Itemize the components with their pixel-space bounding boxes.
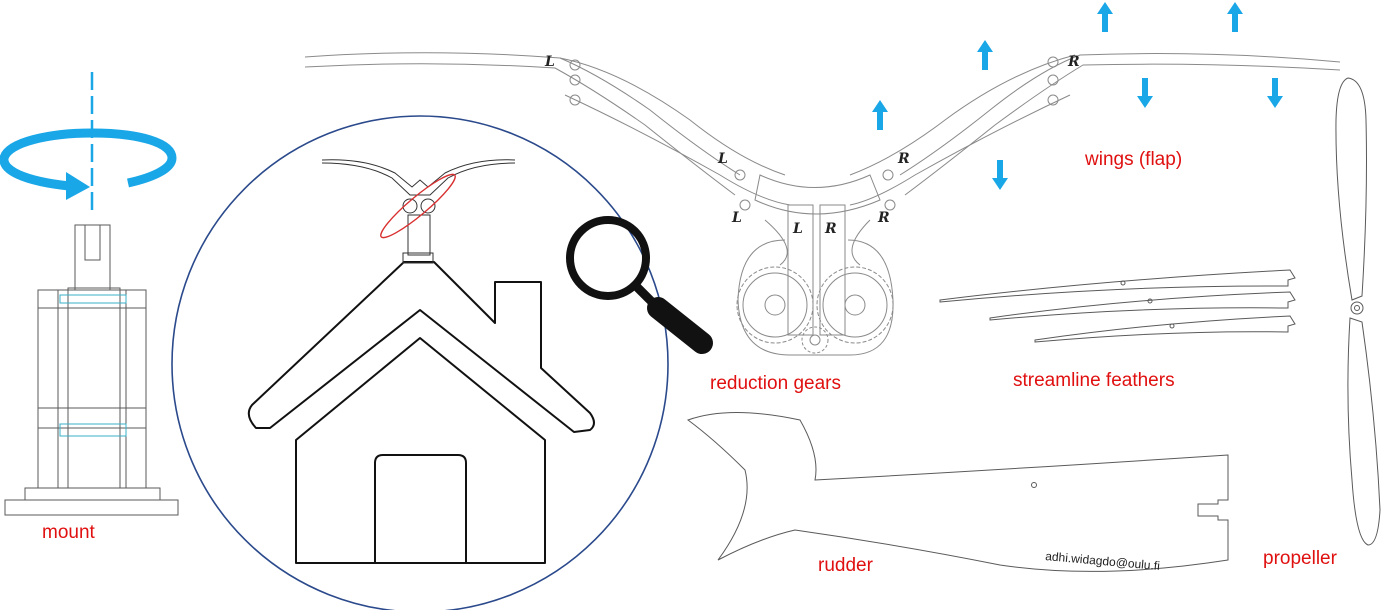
wing-mark-left: L bbox=[731, 210, 742, 226]
reduction-gears bbox=[736, 239, 894, 356]
label-mount: mount bbox=[42, 522, 96, 543]
label-reduction-gears: reduction gears bbox=[710, 373, 841, 394]
label-propeller: propeller bbox=[1263, 548, 1338, 569]
labels: wings (flap) reduction gears streamline … bbox=[42, 149, 1338, 576]
arrow-up-icon bbox=[1097, 2, 1113, 32]
wing-mark-left: L bbox=[544, 54, 555, 70]
streamline-feathers bbox=[939, 269, 1296, 343]
zoom-circle bbox=[171, 115, 669, 610]
mini-ornithopter bbox=[321, 159, 516, 264]
wing-mark-right: R bbox=[877, 210, 890, 226]
rudder bbox=[686, 412, 1229, 572]
arrow-down-icon bbox=[1137, 78, 1153, 108]
arrow-up-icon bbox=[977, 40, 993, 70]
gear-pinion bbox=[801, 326, 829, 354]
flap-arrows bbox=[872, 2, 1283, 190]
wing-marks: L L L L R R R R bbox=[544, 54, 1080, 237]
arrow-down-icon bbox=[1267, 78, 1283, 108]
email-signature: adhi.widagdo@oulu.fi bbox=[1045, 549, 1161, 573]
wing-mark-right: R bbox=[824, 221, 837, 237]
magnifier-icon bbox=[566, 216, 713, 354]
gear-left bbox=[736, 266, 814, 344]
wing-mark-right: R bbox=[897, 151, 910, 167]
arrow-up-icon bbox=[872, 100, 888, 130]
label-rudder: rudder bbox=[818, 555, 874, 576]
arrow-up-icon bbox=[1227, 2, 1243, 32]
wing-mark-left: L bbox=[717, 151, 728, 167]
wing-mark-right: R bbox=[1067, 54, 1080, 70]
wings-assembly bbox=[304, 52, 1341, 336]
rotation-arrow-icon bbox=[0, 128, 177, 200]
house-icon bbox=[247, 261, 595, 564]
diagram-canvas: L L L L R R R R wings (flap) reduction g… bbox=[0, 2, 1381, 610]
gear-right bbox=[816, 266, 894, 344]
label-wings: wings (flap) bbox=[1084, 149, 1182, 170]
propeller bbox=[1335, 77, 1381, 546]
arrow-down-icon bbox=[992, 160, 1008, 190]
wing-mark-left: L bbox=[792, 221, 803, 237]
label-streamline-feathers: streamline feathers bbox=[1013, 370, 1175, 391]
